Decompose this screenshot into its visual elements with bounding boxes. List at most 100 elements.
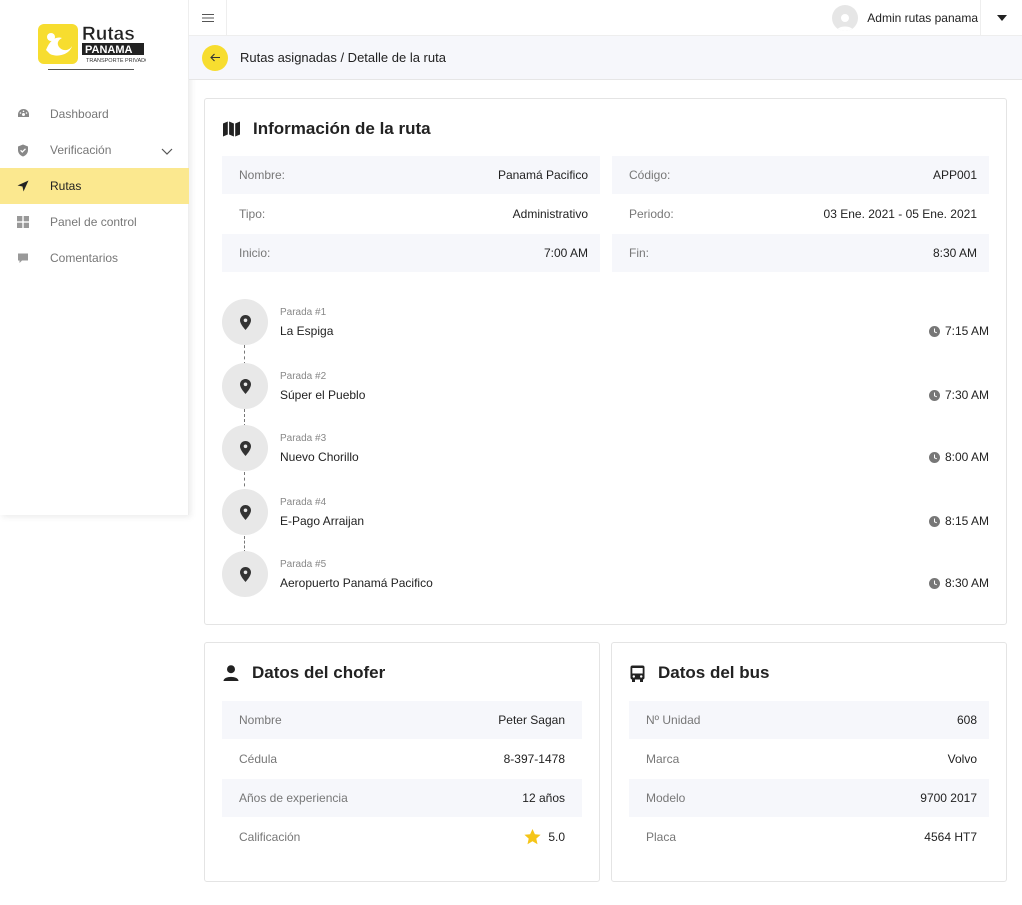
route-field-inicio: Inicio: 7:00 AM [222, 234, 600, 272]
chevron-down-icon[interactable] [161, 144, 173, 158]
field-value: 608 [956, 713, 977, 727]
field-value: 9700 2017 [920, 791, 977, 805]
gauge-icon [16, 107, 30, 121]
field-label: Inicio: [239, 246, 271, 260]
stop-label: Parada #4 [280, 497, 327, 508]
sidebar-item-verificacion[interactable]: Verificación [0, 132, 189, 168]
bus-field-modelo: Modelo 9700 2017 [629, 779, 989, 817]
route-stop: Parada #3 Nuevo Chorillo 8:00 AM [222, 425, 989, 471]
field-label: Código: [629, 168, 671, 182]
comment-icon [16, 251, 30, 265]
driver-field-calificacion: Calificación 5.0 [222, 818, 582, 856]
field-label: Cédula [239, 752, 278, 766]
route-field-tipo: Tipo: Administrativo [222, 195, 600, 233]
field-value: 12 años [522, 791, 565, 805]
route-stop: Parada #1 La Espiga 7:15 AM [222, 299, 989, 345]
map-pin-icon [239, 314, 251, 330]
route-stop: Parada #2 Súper el Pueblo 7:30 AM [222, 363, 989, 409]
menu-toggle-button[interactable] [189, 0, 227, 36]
clock-icon [928, 577, 940, 589]
stop-time: 8:30 AM [928, 576, 989, 590]
sidebar-item-label: Verificación [50, 143, 112, 157]
field-label: Marca [646, 752, 680, 766]
map-pin-icon [239, 440, 251, 456]
bus-field-unidad: Nº Unidad 608 [629, 701, 989, 739]
user-menu-dropdown-button[interactable] [980, 0, 1022, 36]
map-pin-icon [239, 504, 251, 520]
stop-name: Súper el Pueblo [280, 388, 366, 402]
field-label: Nombre: [239, 168, 286, 182]
sidebar-nav: Dashboard Verificación Rutas Panel de co… [0, 96, 189, 276]
sidebar-item-dashboard[interactable]: Dashboard [0, 96, 189, 132]
bus-title-text: Datos del bus [658, 663, 770, 682]
logo-divider [48, 69, 134, 70]
driver-card: Datos del chofer Nombre Peter Sagan Cédu… [204, 642, 600, 882]
route-field-codigo: Código: APP001 [612, 156, 989, 194]
field-label: Tipo: [239, 207, 266, 221]
stop-time: 8:00 AM [928, 450, 989, 464]
grid-icon [16, 215, 30, 229]
rating-value: 5.0 [524, 829, 565, 845]
avatar [832, 5, 859, 31]
svg-text:TRANSPORTE PRIVADO: TRANSPORTE PRIVADO [86, 58, 146, 64]
back-button[interactable] [202, 44, 228, 71]
sidebar-item-label: Panel de control [50, 215, 137, 229]
stop-marker [222, 299, 268, 345]
driver-field-nombre: Nombre Peter Sagan [222, 701, 582, 739]
bus-card: Datos del bus Nº Unidad 608 Marca Volvo … [611, 642, 1007, 882]
stop-time-text: 8:15 AM [944, 514, 989, 528]
field-value: Peter Sagan [498, 713, 565, 727]
driver-title-text: Datos del chofer [252, 663, 386, 682]
stop-time: 7:15 AM [928, 324, 989, 338]
route-stop: Parada #4 E-Pago Arraijan 8:15 AM [222, 489, 989, 535]
field-value: 7:00 AM [543, 246, 588, 260]
stop-time-text: 7:30 AM [944, 388, 989, 402]
caret-down-icon [996, 15, 1007, 21]
route-info-title-text: Información de la ruta [253, 119, 431, 138]
clock-icon [928, 325, 940, 337]
field-value: 8:30 AM [932, 246, 977, 260]
sidebar-item-label: Dashboard [50, 107, 109, 121]
stop-name: E-Pago Arraijan [280, 514, 365, 528]
stop-label: Parada #5 [280, 559, 327, 570]
stop-connector [244, 345, 245, 365]
rutas-panama-logo[interactable]: Rutas PANAMA TRANSPORTE PRIVADO [38, 22, 146, 72]
stop-time-text: 7:15 AM [944, 324, 989, 338]
navigation-arrow-icon [16, 179, 30, 193]
route-field-fin: Fin: 8:30 AM [612, 234, 989, 272]
user-menu[interactable]: Admin rutas panama [832, 4, 978, 32]
stop-time-text: 8:00 AM [944, 450, 989, 464]
route-stop: Parada #5 Aeropuerto Panamá Pacifico 8:3… [222, 551, 989, 597]
stop-time: 7:30 AM [928, 388, 989, 402]
sidebar-item-label: Comentarios [50, 251, 119, 265]
field-label: Calificación [239, 830, 301, 844]
field-label: Placa [646, 830, 677, 844]
breadcrumb-bar: Rutas asignadas / Detalle de la ruta [189, 36, 1022, 80]
field-value: APP001 [932, 168, 977, 182]
field-value: 03 Ene. 2021 - 05 Ene. 2021 [823, 207, 977, 221]
sidebar-item-panel-de-control[interactable]: Panel de control [0, 204, 189, 240]
stop-name: Nuevo Chorillo [280, 450, 359, 464]
map-pin-icon [239, 566, 251, 582]
field-value: Volvo [947, 752, 977, 766]
stop-label: Parada #3 [280, 433, 327, 444]
arrow-left-icon [209, 53, 220, 62]
sidebar: Rutas PANAMA TRANSPORTE PRIVADO Dashboar… [0, 0, 189, 515]
svg-text:Rutas: Rutas [82, 24, 135, 45]
sidebar-item-comentarios[interactable]: Comentarios [0, 240, 189, 276]
field-label: Nº Unidad [646, 713, 701, 727]
user-avatar-icon [837, 14, 854, 31]
breadcrumb: Rutas asignadas / Detalle de la ruta [240, 50, 446, 65]
user-icon [223, 665, 239, 681]
top-bar: Admin rutas panama [189, 0, 1022, 36]
driver-field-cedula: Cédula 8-397-1478 [222, 740, 582, 778]
field-label: Años de experiencia [239, 791, 348, 805]
clock-icon [928, 389, 940, 401]
stop-time: 8:15 AM [928, 514, 989, 528]
stop-name: La Espiga [280, 324, 334, 338]
bus-title: Datos del bus [630, 663, 769, 683]
driver-field-experiencia: Años de experiencia 12 años [222, 779, 582, 817]
field-value: 8-397-1478 [503, 752, 565, 766]
sidebar-item-rutas[interactable]: Rutas [0, 168, 189, 204]
field-label: Nombre [239, 713, 282, 727]
